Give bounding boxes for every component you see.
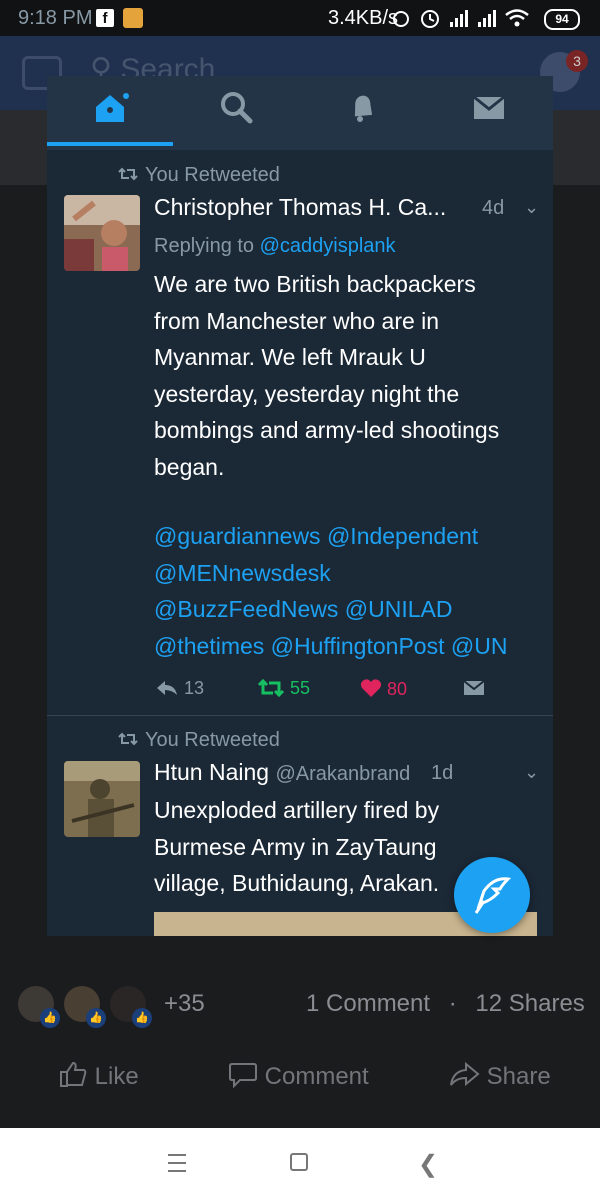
status-icons [392,5,532,37]
tweet-author[interactable]: Htun Naing @Arakanbrand [154,759,410,786]
active-tab-indicator [47,142,173,146]
retweet-label: You Retweeted [145,164,280,186]
retweet-icon [117,729,145,752]
separator-dot: · [448,990,457,1017]
like-badge-icon: 👍 [86,1008,106,1028]
status-time: 9:18 PM [18,7,93,29]
retweet-label: You Retweeted [145,729,280,751]
menu-icon[interactable] [168,1154,186,1172]
engagement-counts[interactable]: 1 Comment · 12 Shares [306,990,585,1018]
reply-count: 13 [184,678,205,698]
reactions-count[interactable]: +35 [164,990,205,1018]
system-navigation-bar: ❮ [0,1128,600,1200]
replying-mention[interactable]: @caddyisplank [260,235,396,257]
avatar[interactable] [64,195,140,271]
like-button[interactable]: 80 [360,678,407,700]
like-badge-icon: 👍 [132,1008,152,1028]
notifications-icon [354,95,373,122]
share-icon [450,1061,480,1087]
search-icon [221,92,253,124]
signal-wifi-icons [393,9,529,28]
tweet-text: We are two British backpackers from Manc… [154,271,500,480]
shares-count[interactable]: 12 Shares [475,990,584,1017]
thumbs-up-icon [60,1061,87,1087]
like-count: 80 [387,679,408,699]
tweet-mentions[interactable]: @guardiannews @Independent @MENnewsdesk … [154,518,514,664]
home-button-icon[interactable] [290,1153,308,1171]
tweet-time: 4d [482,197,505,219]
replying-prefix: Replying to [154,235,255,257]
chevron-down-icon[interactable]: ⌄ [524,197,539,218]
compose-tweet-button[interactable] [454,857,530,933]
author-name: Htun Naing [154,759,270,785]
tab-notifications[interactable] [299,76,425,150]
tab-messages[interactable] [425,76,551,150]
tweet-author[interactable]: Christopher Thomas H. Ca... [154,194,446,221]
like-label: Like [94,1063,139,1090]
retweet-button[interactable]: 55 [257,678,310,699]
retweet-indicator: You Retweeted [117,729,280,752]
tab-search[interactable] [173,76,299,150]
heart-icon [360,679,382,697]
tab-home[interactable] [47,76,173,150]
reply-button[interactable]: 13 [155,678,204,699]
comment-icon [229,1063,257,1089]
comments-count[interactable]: 1 Comment [306,990,430,1017]
retweet-indicator: You Retweeted [117,164,280,187]
retweet-icon [117,164,145,187]
facebook-notification-icon: f [96,9,114,27]
comment-button[interactable]: Comment [228,1060,369,1091]
tweet-time: 1d [431,762,454,784]
messages-icon [473,95,505,119]
share-label: Share [486,1063,551,1090]
author-handle: @Arakanbrand [275,763,411,785]
twitter-tab-bar [47,76,553,150]
messenger-badge: 3 [566,50,588,72]
direct-message-button[interactable] [463,680,485,701]
network-speed: 3.4KB/s [328,7,399,29]
post-actions: Like Comment Share [0,1060,600,1100]
share-button[interactable]: Share [448,1060,551,1091]
reply-icon [157,681,177,695]
retweet-count: 55 [290,678,311,698]
status-bar: 9:18 PM f 3.4KB/s 94 [0,0,600,36]
profile-photo [64,195,140,271]
back-icon[interactable]: ❮ [418,1150,438,1179]
battery-indicator: 94 [544,9,580,30]
app-notification-icon [123,8,143,28]
twitter-overlay: You Retweeted Christopher Thomas H. Ca..… [47,76,553,936]
compose-icon [474,877,512,914]
envelope-icon [463,680,485,695]
tweet-divider [47,715,553,716]
profile-photo [64,761,140,837]
avatar[interactable] [64,761,140,837]
retweet-icon [257,678,285,698]
like-button[interactable]: Like [58,1060,139,1091]
comment-label: Comment [264,1063,369,1090]
replying-to: Replying to @caddyisplank [154,235,396,258]
chevron-down-icon[interactable]: ⌄ [524,762,539,783]
home-icon [96,93,129,122]
like-badge-icon: 👍 [40,1008,60,1028]
